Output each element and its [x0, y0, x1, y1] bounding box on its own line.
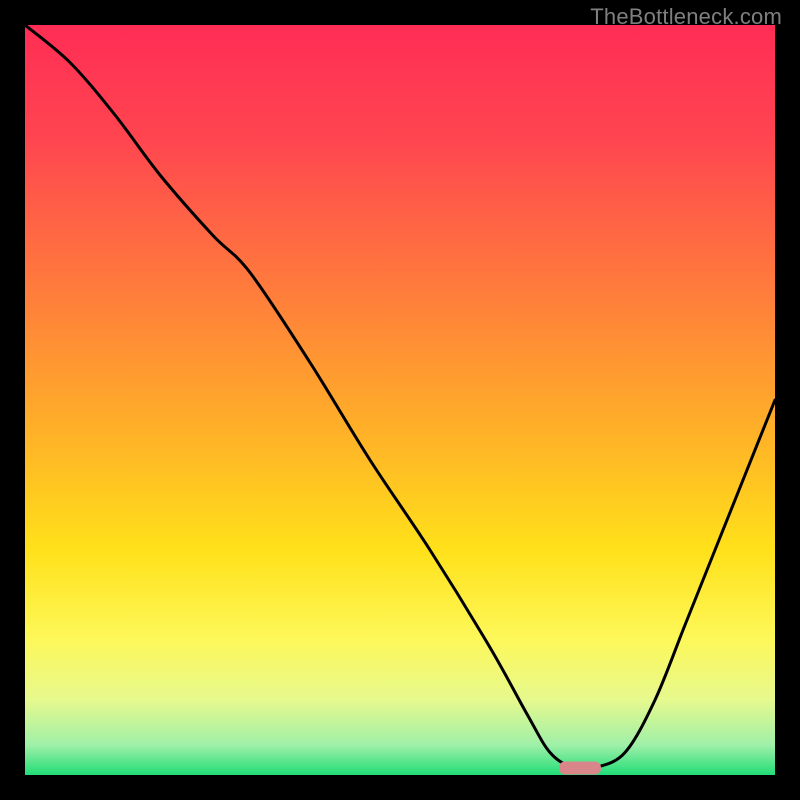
chart-svg: [25, 25, 775, 775]
optimal-marker: [559, 762, 601, 775]
chart-plot-area: [25, 25, 775, 775]
gradient-background: [25, 25, 775, 775]
chart-frame: TheBottleneck.com: [0, 0, 800, 800]
